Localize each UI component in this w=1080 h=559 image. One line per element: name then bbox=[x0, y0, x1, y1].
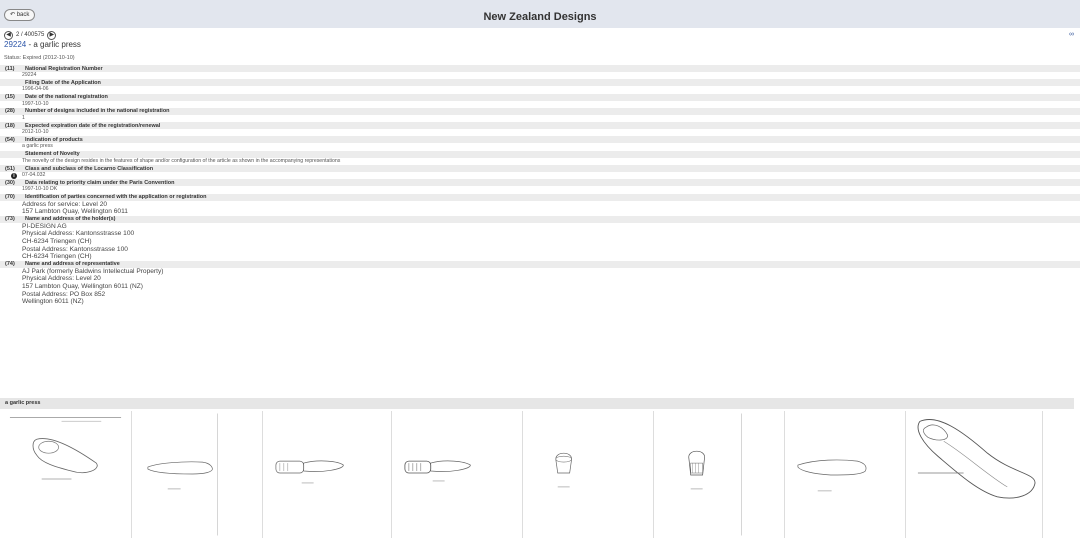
design-image-thumbnail[interactable] bbox=[2, 411, 132, 538]
field-value: 2012-10-10 bbox=[22, 129, 49, 136]
field-label: Name and address of the holder(s) bbox=[25, 216, 116, 223]
design-image-thumbnail[interactable] bbox=[524, 411, 654, 538]
field-header: Filing Date of the Application bbox=[0, 79, 1080, 87]
field-header: (15) Date of the national registration bbox=[0, 93, 1080, 101]
field-header: (73) Name and address of the holder(s) bbox=[0, 215, 1080, 223]
field-value: The novelty of the design resides in the… bbox=[22, 157, 341, 164]
field-header: (70) Identification of parties concerned … bbox=[0, 193, 1080, 201]
record-navigation: ◀ 2 / 400575 ▶ bbox=[4, 30, 57, 40]
field-header: (18) Expected expiration date of the regi… bbox=[0, 122, 1080, 130]
field-block: Statement of Novelty The novelty of the d… bbox=[0, 150, 1080, 165]
field-block: (54) Indication of products a garlic press bbox=[0, 136, 1080, 150]
page-title: New Zealand Designs bbox=[483, 11, 597, 23]
chain-link-icon[interactable]: ∞ bbox=[1069, 31, 1074, 38]
field-value: 07-04.032 bbox=[22, 172, 46, 179]
field-value: CH-6234 Triengen (CH) bbox=[22, 253, 92, 261]
field-value: 157 Lambton Quay, Wellington 6011 (NZ) bbox=[22, 283, 143, 291]
field-value: AJ Park (formerly Baldwins Intellectual … bbox=[22, 267, 164, 275]
field-code: (11) bbox=[5, 65, 15, 72]
chevron-left-icon[interactable]: ◀ bbox=[4, 30, 13, 40]
field-value: PI-DESIGN AG bbox=[22, 222, 67, 230]
field-block: (28) Number of designs included in the na… bbox=[0, 107, 1080, 122]
field-label: Data relating to priority claim under th… bbox=[25, 179, 175, 186]
design-image-thumbnail[interactable] bbox=[393, 411, 523, 538]
field-code: (51) bbox=[5, 165, 15, 172]
field-value: CH-6234 Triengen (CH) bbox=[22, 238, 92, 246]
field-code: (30) bbox=[5, 179, 15, 186]
field-value: 29224 bbox=[22, 72, 37, 78]
field-label: National Registration Number bbox=[25, 65, 103, 72]
field-header: (54) Indication of products bbox=[0, 136, 1080, 144]
field-label: Identification of parties concerned with… bbox=[25, 194, 207, 201]
field-value: Physical Address: Level 20 bbox=[22, 275, 101, 283]
field-value: 1997-10-10 DK bbox=[22, 186, 58, 193]
field-value: Physical Address: Kantonsstrasse 100 bbox=[22, 230, 135, 238]
field-header: (30) Data relating to priority claim unde… bbox=[0, 179, 1080, 187]
field-header: (28) Number of designs included in the na… bbox=[0, 107, 1080, 115]
field-code: (54) bbox=[5, 136, 15, 143]
field-label: Date of the national registration bbox=[25, 94, 108, 101]
field-value: a garlic press bbox=[22, 143, 53, 150]
field-label: Statement of Novelty bbox=[25, 151, 80, 158]
status-text: Status: Expired (2012-10-10) bbox=[4, 55, 75, 61]
field-code: (74) bbox=[5, 261, 15, 268]
field-value: Postal Address: PO Box 852 bbox=[22, 290, 106, 298]
field-header: (51) Class and subclass of the Locarno Cl… bbox=[0, 165, 1080, 173]
field-label: Indication of products bbox=[25, 136, 83, 143]
field-code: (15) bbox=[5, 94, 15, 101]
field-list: (11) National Registration Number 29224 Fil… bbox=[0, 65, 1080, 306]
field-code: (18) bbox=[5, 122, 15, 129]
field-header: (11) National Registration Number bbox=[0, 65, 1080, 72]
field-label: Name and address of representative bbox=[25, 261, 120, 268]
field-value: 1997-10-10 bbox=[22, 100, 49, 107]
field-block: (15) Date of the national registration 199… bbox=[0, 93, 1080, 108]
field-label: Class and subclass of the Locarno Classi… bbox=[25, 165, 154, 172]
chevron-right-icon[interactable]: ▶ bbox=[47, 30, 57, 40]
record-number-link[interactable]: 29224 bbox=[4, 40, 26, 49]
field-value: 157 Lambton Quay, Wellington 6011 bbox=[22, 208, 128, 216]
field-block: (73) Name and address of the holder(s) PI-… bbox=[0, 215, 1080, 261]
record-name: a garlic press bbox=[33, 40, 81, 49]
field-value: Address for service: Level 20 bbox=[22, 200, 108, 208]
field-block: (74) Name and address of representative AJ… bbox=[0, 260, 1080, 306]
design-image-thumbnail[interactable] bbox=[908, 411, 1043, 538]
field-block: (51) Class and subclass of the Locarno Cl… bbox=[0, 165, 1080, 180]
field-block: Filing Date of the Application 1996-04-06 bbox=[0, 79, 1080, 93]
record-title: 29224 - a garlic press bbox=[4, 40, 81, 49]
design-image-thumbnail[interactable] bbox=[133, 411, 263, 538]
field-code: (28) bbox=[5, 108, 15, 115]
field-block: (30) Data relating to priority claim unde… bbox=[0, 179, 1080, 193]
field-block: (70) Identification of parties concerned … bbox=[0, 193, 1080, 216]
image-gallery bbox=[0, 411, 1080, 539]
record-position: 2 / 400575 bbox=[16, 32, 45, 38]
field-block: (11) National Registration Number 29224 bbox=[0, 65, 1080, 79]
gallery-section-title: a garlic press bbox=[0, 398, 1074, 409]
header-bar: ↶ back New Zealand Designs bbox=[0, 0, 1080, 28]
field-code: (73) bbox=[5, 216, 15, 223]
field-value: Postal Address: Kantonsstrasse 100 bbox=[22, 245, 128, 253]
design-image-thumbnail[interactable] bbox=[655, 411, 785, 538]
field-code: (70) bbox=[5, 194, 15, 201]
field-block: (18) Expected expiration date of the regi… bbox=[0, 122, 1080, 136]
design-image-thumbnail[interactable] bbox=[264, 411, 392, 538]
design-image-thumbnail[interactable] bbox=[786, 411, 906, 538]
field-value: Wellington 6011 (NZ) bbox=[22, 298, 84, 306]
field-header: Statement of Novelty bbox=[0, 150, 1080, 158]
field-label: Filing Date of the Application bbox=[25, 79, 101, 86]
field-value: 1996-04-06 bbox=[22, 86, 49, 93]
field-value: 1 bbox=[22, 114, 25, 121]
field-label: Expected expiration date of the registra… bbox=[25, 122, 161, 129]
field-label: Number of designs included in the nation… bbox=[25, 108, 170, 115]
field-header: (74) Name and address of representative bbox=[0, 260, 1080, 268]
